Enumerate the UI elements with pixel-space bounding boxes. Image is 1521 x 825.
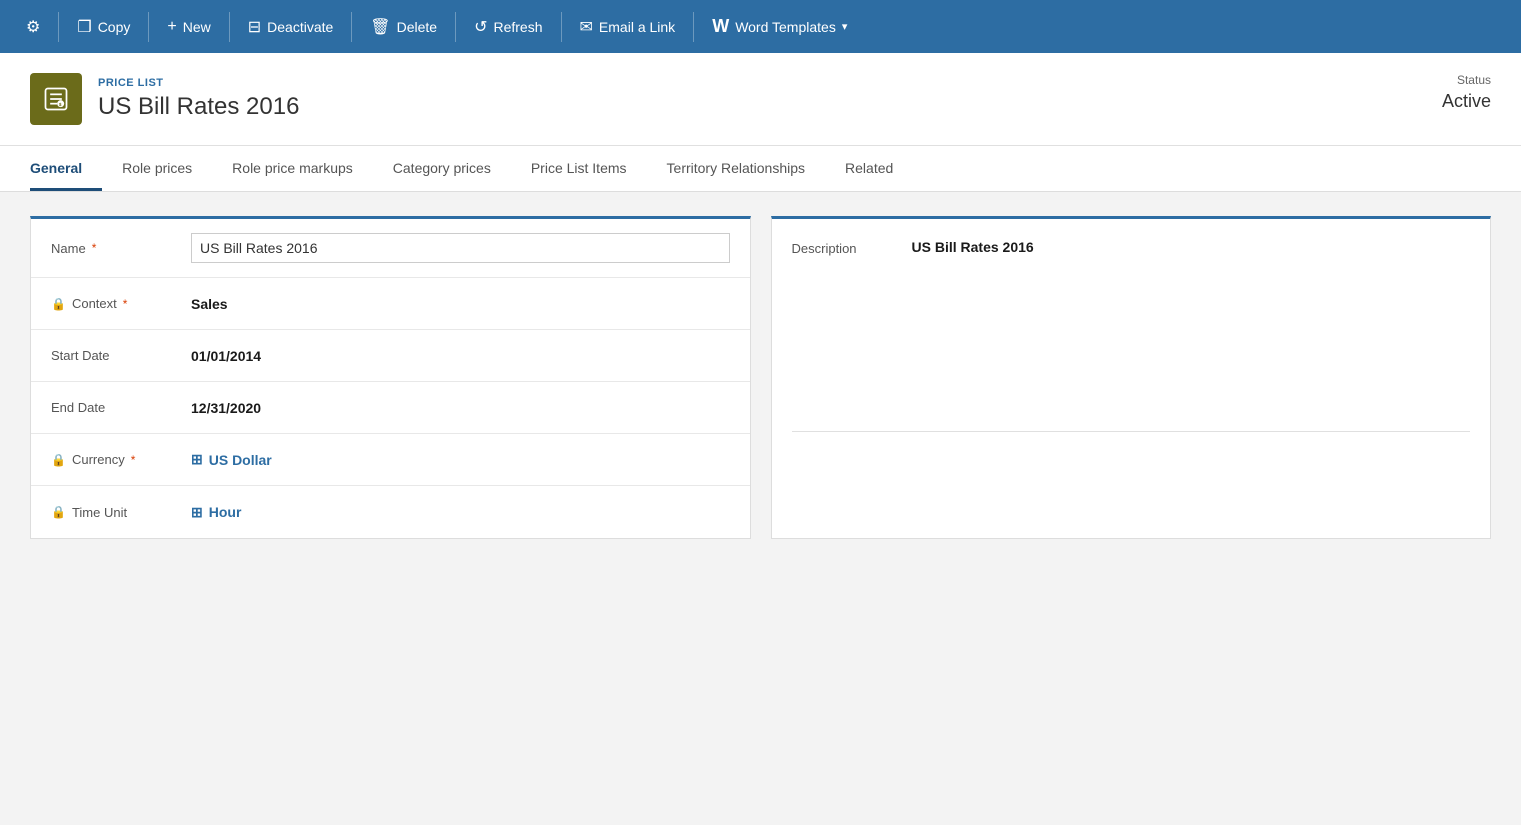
deactivate-label: Deactivate	[267, 19, 333, 35]
start-date-value: 01/01/2014	[191, 348, 730, 364]
refresh-icon: ↺	[474, 17, 487, 37]
description-spacer	[792, 431, 1471, 518]
time-unit-link-icon: ⊞	[191, 504, 203, 521]
end-date-value: 12/31/2020	[191, 400, 730, 416]
time-unit-row: 🔒 Time Unit ⊞ Hour	[31, 486, 750, 538]
form-grid: Name * 🔒 Context * Sales Start Date	[30, 216, 1491, 539]
name-input[interactable]	[191, 233, 730, 263]
name-row: Name *	[31, 219, 750, 278]
entity-title: US Bill Rates 2016	[98, 93, 299, 121]
name-required: *	[92, 241, 97, 255]
tab-category-prices[interactable]: Category prices	[373, 146, 511, 191]
name-label: Name *	[51, 241, 191, 256]
currency-value[interactable]: ⊞ US Dollar	[191, 451, 272, 468]
word-templates-button[interactable]: W Word Templates ▾	[696, 0, 863, 53]
entity-info: PRICE LIST US Bill Rates 2016	[98, 77, 299, 121]
word-dropdown-icon: ▾	[842, 20, 848, 33]
end-date-row: End Date 12/31/2020	[31, 382, 750, 434]
new-label: New	[183, 19, 211, 35]
tab-related[interactable]: Related	[825, 146, 913, 191]
refresh-button[interactable]: ↺ Refresh	[458, 0, 558, 53]
toolbar-divider-5	[455, 12, 456, 42]
start-date-row: Start Date 01/01/2014	[31, 330, 750, 382]
word-templates-label: Word Templates	[735, 19, 836, 35]
refresh-label: Refresh	[493, 19, 542, 35]
copy-icon: ❐	[77, 17, 91, 37]
context-row: 🔒 Context * Sales	[31, 278, 750, 330]
copy-label: Copy	[98, 19, 131, 35]
settings-button[interactable]: ⚙	[10, 0, 56, 53]
tab-role-prices[interactable]: Role prices	[102, 146, 212, 191]
email-label: Email a Link	[599, 19, 675, 35]
toolbar-divider-2	[148, 12, 149, 42]
toolbar-divider-4	[351, 12, 352, 42]
currency-link-icon: ⊞	[191, 451, 203, 468]
deactivate-button[interactable]: ⊟ Deactivate	[232, 0, 350, 53]
toolbar-divider-3	[229, 12, 230, 42]
main-content: Name * 🔒 Context * Sales Start Date	[0, 192, 1521, 821]
currency-lock-icon: 🔒	[51, 453, 66, 467]
toolbar-divider-1	[58, 12, 59, 42]
header-right: Status Active	[1442, 73, 1491, 112]
description-row: Description US Bill Rates 2016	[772, 219, 1491, 345]
price-list-icon: $	[42, 85, 70, 113]
tab-role-price-markups[interactable]: Role price markups	[212, 146, 373, 191]
currency-required: *	[131, 453, 136, 467]
email-icon: ✉	[580, 17, 593, 37]
tab-territory-relationships[interactable]: Territory Relationships	[647, 146, 826, 191]
status-value: Active	[1442, 91, 1491, 112]
new-button[interactable]: + New	[151, 0, 226, 53]
form-section-right: Description US Bill Rates 2016	[771, 216, 1492, 539]
currency-label: 🔒 Currency *	[51, 452, 191, 467]
toolbar-divider-6	[561, 12, 562, 42]
tab-price-list-items[interactable]: Price List Items	[511, 146, 647, 191]
toolbar-divider-7	[693, 12, 694, 42]
context-label: 🔒 Context *	[51, 296, 191, 311]
currency-row: 🔒 Currency * ⊞ US Dollar	[31, 434, 750, 486]
delete-icon: 🗑	[370, 17, 390, 37]
toolbar: ⚙ ❐ Copy + New ⊟ Deactivate 🗑 Delete ↺ R…	[0, 0, 1521, 53]
time-unit-label: 🔒 Time Unit	[51, 505, 191, 520]
end-date-label: End Date	[51, 400, 191, 415]
time-unit-lock-icon: 🔒	[51, 505, 66, 519]
context-required: *	[123, 297, 128, 311]
entity-label: PRICE LIST	[98, 77, 299, 89]
context-lock-icon: 🔒	[51, 297, 66, 311]
status-label: Status	[1442, 73, 1491, 87]
settings-icon: ⚙	[26, 17, 40, 37]
description-value: US Bill Rates 2016	[912, 239, 1471, 255]
form-section-left: Name * 🔒 Context * Sales Start Date	[30, 216, 751, 539]
entity-icon: $	[30, 73, 82, 125]
header-left: $ PRICE LIST US Bill Rates 2016	[30, 73, 299, 125]
time-unit-value[interactable]: ⊞ Hour	[191, 504, 241, 521]
delete-label: Delete	[397, 19, 437, 35]
email-button[interactable]: ✉ Email a Link	[564, 0, 692, 53]
new-icon: +	[167, 18, 176, 36]
context-value: Sales	[191, 296, 730, 312]
deactivate-icon: ⊟	[248, 17, 261, 37]
word-icon: W	[712, 16, 729, 37]
page-header: $ PRICE LIST US Bill Rates 2016 Status A…	[0, 53, 1521, 146]
start-date-label: Start Date	[51, 348, 191, 363]
svg-text:$: $	[59, 102, 62, 107]
copy-button[interactable]: ❐ Copy	[61, 0, 146, 53]
tab-general[interactable]: General	[30, 146, 102, 191]
delete-button[interactable]: 🗑 Delete	[354, 0, 453, 53]
tab-bar: General Role prices Role price markups C…	[0, 146, 1521, 192]
description-label: Description	[792, 239, 912, 256]
